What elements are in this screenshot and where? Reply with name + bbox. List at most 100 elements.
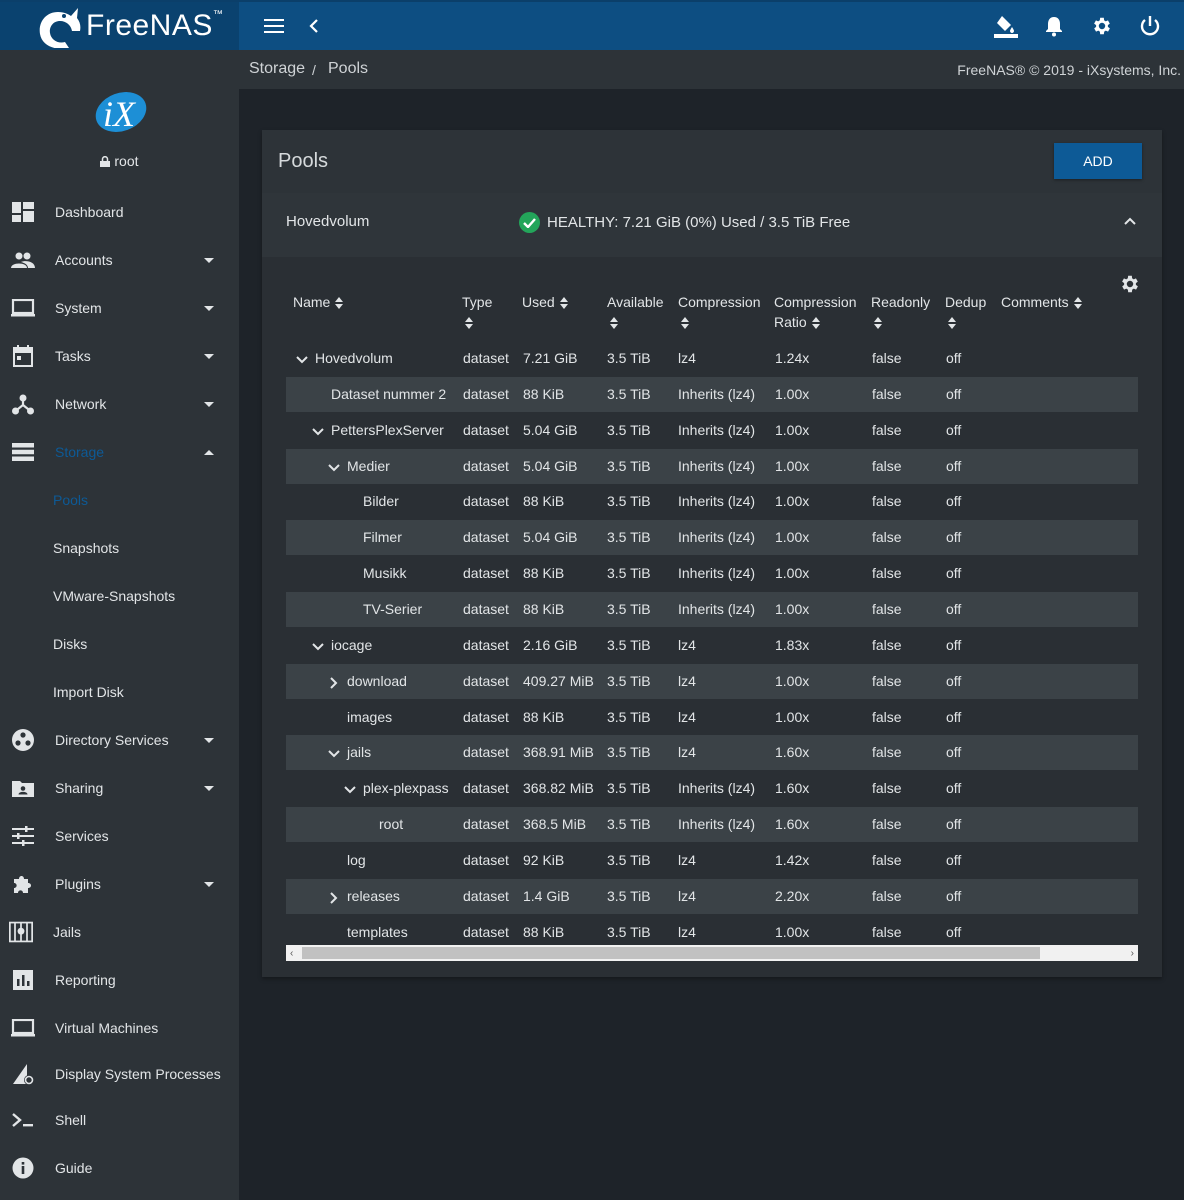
cell-compression: lz4 (678, 672, 696, 689)
sidebar-item-accounts[interactable]: Accounts (0, 236, 239, 284)
sidebar-subitem-vmware-snapshots[interactable]: VMware-Snapshots (0, 572, 239, 620)
caret-down-icon (204, 881, 214, 887)
table-row[interactable]: PettersPlexServer dataset 5.04 GiB 3.5 TiB I… (286, 413, 1138, 448)
table-row[interactable]: Bilder dataset 88 KiB 3.5 TiB Inherits (lz4)… (286, 484, 1138, 519)
chevron-down-icon[interactable] (328, 747, 340, 759)
table-settings-gear-icon[interactable] (1119, 273, 1141, 295)
table-row[interactable]: Medier dataset 5.04 GiB 3.5 TiB Inherits (lz… (286, 448, 1138, 484)
datasets-table: Name Type Used Available Compression Compress… (262, 257, 1162, 977)
cell-name: Musikk (363, 565, 407, 582)
sidebar-item-reporting[interactable]: Reporting (0, 956, 239, 1004)
chevron-right-icon[interactable] (328, 676, 340, 689)
cell-ratio: 1.00x (775, 385, 810, 402)
scroll-right-arrow-icon[interactable]: › (1131, 948, 1134, 959)
scrollbar-thumb[interactable] (302, 947, 1040, 959)
table-row[interactable]: Dataset nummer 2 dataset 88 KiB 3.5 TiB Inhe… (286, 376, 1138, 412)
sidebar-item-guide[interactable]: Guide (0, 1144, 239, 1192)
sidebar-item-services[interactable]: Services (0, 812, 239, 860)
sidebar-item-dashboard[interactable]: Dashboard (0, 188, 239, 236)
cell-compression: lz4 (678, 636, 696, 653)
table-row[interactable]: jails dataset 368.91 MiB 3.5 TiB lz4 1.60x fal… (286, 735, 1138, 771)
pools-card: Pools ADD Hovedvolum HEALTHY: 7.21 GiB (… (262, 130, 1162, 977)
theme-button[interactable] (994, 14, 1018, 38)
cell-name: PettersPlexServer (331, 421, 444, 438)
sidebar-subitem-import-disk[interactable]: Import Disk (0, 668, 239, 716)
column-header-type[interactable]: Type (462, 292, 492, 332)
scroll-left-arrow-icon[interactable]: ‹ (290, 948, 293, 959)
chevron-down-icon[interactable] (312, 640, 324, 652)
terminal-icon (11, 1108, 35, 1132)
cell-readonly: false (872, 780, 902, 797)
collapse-sidebar-button[interactable] (302, 14, 326, 38)
table-row[interactable]: Musikk dataset 88 KiB 3.5 TiB Inherits (lz4)… (286, 556, 1138, 591)
cell-used: 1.4 GiB (523, 887, 570, 904)
power-button[interactable] (1138, 14, 1162, 38)
info-icon (11, 1156, 35, 1180)
cell-dedup: off (946, 887, 962, 904)
table-row[interactable]: plex-plexpass dataset 368.82 MiB 3.5 TiB Inh… (286, 771, 1138, 806)
cell-name: jails (347, 744, 372, 761)
add-pool-button[interactable]: ADD (1054, 143, 1142, 179)
sidebar-item-sharing[interactable]: Sharing (0, 764, 239, 812)
sidebar-item-network[interactable]: Network (0, 380, 239, 428)
cell-name: root (379, 816, 404, 833)
sidebar-subitem-pools[interactable]: Pools (0, 476, 239, 524)
cell-type: dataset (463, 385, 509, 402)
column-header-used[interactable]: Used (522, 292, 568, 312)
sidebar-item-tasks[interactable]: Tasks (0, 332, 239, 380)
sidebar-subitem-disks[interactable]: Disks (0, 620, 239, 668)
sidebar-item-shell[interactable]: Shell (0, 1096, 239, 1144)
caret-down-icon (204, 785, 214, 791)
column-header-compression[interactable]: Compression (678, 292, 760, 332)
breadcrumb-storage[interactable]: Storage (249, 60, 305, 78)
table-row[interactable]: releases dataset 1.4 GiB 3.5 TiB lz4 2.20x fal… (286, 878, 1138, 914)
column-header-available[interactable]: Available (607, 292, 664, 332)
cell-dedup: off (946, 851, 962, 868)
cell-type: dataset (463, 816, 509, 833)
menu-toggle-button[interactable] (262, 14, 286, 38)
sidebar-subitem-snapshots[interactable]: Snapshots (0, 524, 239, 572)
table-row[interactable]: root dataset 368.5 MiB 3.5 TiB Inherits (lz4… (286, 807, 1138, 843)
cell-ratio: 1.00x (775, 529, 810, 546)
chevron-down-icon[interactable] (312, 425, 324, 437)
chevron-right-icon[interactable] (328, 891, 340, 904)
column-header-compression-ratio[interactable]: Compression Ratio (774, 292, 864, 332)
sidebar-item-display-system-processes[interactable]: Display System Processes (0, 1050, 239, 1098)
notifications-button[interactable] (1042, 14, 1066, 38)
table-row[interactable]: TV-Serier dataset 88 KiB 3.5 TiB Inherits (l… (286, 591, 1138, 627)
table-row[interactable]: log dataset 92 KiB 3.5 TiB lz4 1.42x false off (286, 843, 1138, 878)
cell-dedup: off (946, 780, 962, 797)
sidebar-item-system[interactable]: System (0, 284, 239, 332)
column-header-comments[interactable]: Comments (1001, 292, 1082, 312)
table-row[interactable]: iocage dataset 2.16 GiB 3.5 TiB lz4 1.83x fals… (286, 628, 1138, 663)
breadcrumb-separator: / (312, 62, 316, 78)
cell-type: dataset (463, 529, 509, 546)
cell-ratio: 1.00x (775, 923, 810, 940)
horizontal-scrollbar[interactable]: ‹ › (286, 945, 1138, 961)
sidebar-item-storage[interactable]: Storage (0, 428, 239, 476)
breadcrumb-pools: Pools (328, 60, 369, 77)
sidebar-item-label: Guide (55, 1160, 93, 1176)
chevron-down-icon[interactable] (344, 783, 356, 795)
chevron-down-icon[interactable] (296, 353, 308, 365)
chevron-up-icon[interactable] (1124, 217, 1136, 225)
column-header-dedup[interactable]: Dedup (945, 292, 986, 332)
column-header-label: Name (293, 294, 331, 310)
sidebar-item-jails[interactable]: Jails (0, 908, 239, 956)
cell-compression: lz4 (678, 744, 696, 761)
chevron-down-icon[interactable] (328, 461, 340, 473)
current-user[interactable]: root (0, 153, 239, 169)
jail-icon (9, 920, 33, 944)
settings-button[interactable] (1090, 14, 1114, 38)
brand[interactable]: FreeNAS™ (0, 2, 239, 50)
sidebar-item-plugins[interactable]: Plugins (0, 860, 239, 908)
pool-header[interactable]: Hovedvolum HEALTHY: 7.21 GiB (0%) Used /… (262, 193, 1162, 257)
table-row[interactable]: Filmer dataset 5.04 GiB 3.5 TiB Inherits (lz… (286, 520, 1138, 556)
column-header-readonly[interactable]: Readonly (871, 292, 930, 332)
table-row[interactable]: images dataset 88 KiB 3.5 TiB lz4 1.00x false o… (286, 700, 1138, 735)
table-row[interactable]: download dataset 409.27 MiB 3.5 TiB lz4 1.00x… (286, 663, 1138, 699)
table-row[interactable]: Hovedvolum dataset 7.21 GiB 3.5 TiB lz4 1.24x… (286, 341, 1138, 376)
sidebar-item-virtual-machines[interactable]: Virtual Machines (0, 1004, 239, 1052)
column-header-name[interactable]: Name (293, 292, 344, 312)
sidebar-item-directory-services[interactable]: Directory Services (0, 716, 239, 764)
